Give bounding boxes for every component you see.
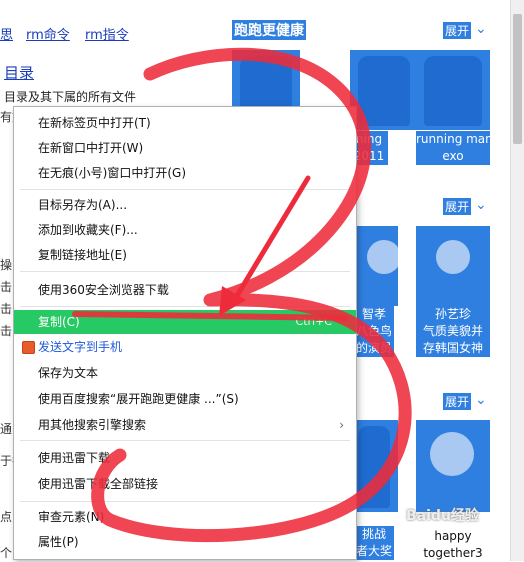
expand-button[interactable]: 展开 [443, 198, 472, 215]
menu-item-copy-link-address[interactable]: 复制链接地址(E) [14, 243, 356, 267]
menu-item-label: 使用百度搜索“展开跑跑更健康 ...”(S) [38, 392, 239, 406]
article-description: 目录及其下属的所有文件 [4, 90, 137, 104]
menu-item-thunder-download[interactable]: 使用迅雷下载 [14, 446, 356, 470]
thumbnail-caption[interactable]: running man exo [416, 131, 493, 165]
related-link-rm-instruction[interactable]: rm指令 [85, 24, 129, 43]
menu-item-label: 使用360安全浏览器下载 [38, 283, 169, 297]
thumbnail-image[interactable] [416, 50, 490, 130]
menu-item-shortcut: Ctrl+C [295, 315, 332, 328]
chevron-right-icon: › [339, 418, 344, 432]
menu-item-add-to-favorites[interactable]: 添加到收藏夹(F)... [14, 218, 356, 242]
section-title: 跑跑更健康 [232, 20, 306, 40]
menu-item-send-to-phone[interactable]: 发送文字到手机 [14, 335, 356, 359]
menu-item-label: 发送文字到手机 [38, 340, 123, 354]
menu-item-label: 审查元素(N) [38, 510, 105, 524]
menu-item-properties[interactable]: 属性(P) [14, 530, 356, 554]
menu-item-label: 目标另存为(A)... [38, 198, 128, 212]
menu-item-inspect-element[interactable]: 审查元素(N) [14, 505, 356, 529]
thumbnail-image[interactable] [350, 50, 418, 130]
thumbnail-caption[interactable]: 挑战 者大奖 [354, 526, 394, 560]
text-fragment: 通 [0, 422, 13, 436]
menu-item-thunder-download-all[interactable]: 使用迅雷下载全部链接 [14, 472, 356, 496]
text-fragment: 击 [0, 302, 13, 316]
context-menu: 在新标签页中打开(T) 在新窗口中打开(W) 在无痕(小号)窗口中打开(G) 目… [13, 106, 357, 560]
menu-separator [20, 501, 350, 502]
expand-button[interactable]: 展开 [443, 22, 472, 39]
menu-item-label: 在无痕(小号)窗口中打开(G) [38, 166, 187, 180]
text-fragment: 操 [0, 258, 13, 272]
menu-item-label: 添加到收藏夹(F)... [38, 223, 138, 237]
menu-item-copy[interactable]: 复制(C) Ctrl+C [14, 310, 356, 334]
menu-separator [20, 271, 350, 272]
text-fragment: 个 [0, 546, 13, 560]
menu-item-label: 使用迅雷下载 [38, 451, 111, 465]
menu-separator [20, 189, 350, 190]
thumbnail-image[interactable] [350, 226, 398, 306]
menu-separator [20, 306, 350, 307]
menu-item-label: 保存为文本 [38, 366, 99, 380]
menu-separator [20, 440, 350, 441]
menu-item-label: 在新窗口中打开(W) [38, 141, 144, 155]
vertical-scrollbar[interactable] [510, 0, 524, 561]
chevron-down-icon[interactable]: ⌄ [475, 197, 487, 213]
article-heading-link[interactable]: 目录 [4, 62, 34, 83]
menu-item-other-search-engine[interactable]: 用其他搜索引擎搜索 › [14, 413, 356, 437]
menu-item-baidu-search[interactable]: 使用百度搜索“展开跑跑更健康 ...”(S) [14, 387, 356, 411]
related-link-1[interactable]: 思 [0, 24, 13, 43]
menu-item-save-as-text[interactable]: 保存为文本 [14, 361, 356, 385]
menu-item-save-target-as[interactable]: 目标另存为(A)... [14, 193, 356, 217]
thumbnail-image[interactable] [350, 420, 398, 512]
text-fragment: 击 [0, 280, 13, 294]
thumbnail-image[interactable] [416, 226, 490, 306]
baidu-watermark: Baidu经验 [406, 508, 479, 524]
menu-item-label: 复制链接地址(E) [38, 248, 127, 262]
menu-item-open-new-tab[interactable]: 在新标签页中打开(T) [14, 111, 356, 135]
chevron-down-icon[interactable]: ⌄ [475, 392, 487, 408]
thumbnail-caption[interactable]: 孙艺珍 气质美貌并 存韩国女神 [416, 306, 490, 357]
menu-item-download-360[interactable]: 使用360安全浏览器下载 [14, 278, 356, 302]
chevron-down-icon[interactable]: ⌄ [475, 21, 487, 37]
thumbnail-image[interactable] [416, 420, 490, 512]
phone-send-icon [22, 341, 35, 354]
thumbnail-caption[interactable]: happy together3 [416, 528, 490, 562]
scrollbar-thumb[interactable] [513, 14, 522, 144]
thumbnail-caption[interactable]: 智孝 八色鸟 的演员 [354, 306, 394, 357]
menu-item-label: 属性(P) [38, 535, 79, 549]
menu-item-label: 用其他搜索引擎搜索 [38, 418, 147, 432]
menu-item-label: 复制(C) [38, 315, 80, 329]
text-fragment: 击 [0, 324, 13, 338]
text-fragment: 点 [0, 510, 13, 524]
menu-item-label: 在新标签页中打开(T) [38, 116, 151, 130]
menu-item-open-incognito[interactable]: 在无痕(小号)窗口中打开(G) [14, 161, 356, 185]
related-link-rm-command[interactable]: rm命令 [26, 24, 70, 43]
menu-item-open-new-window[interactable]: 在新窗口中打开(W) [14, 136, 356, 160]
expand-button[interactable]: 展开 [443, 393, 472, 410]
menu-item-label: 使用迅雷下载全部链接 [38, 477, 159, 491]
